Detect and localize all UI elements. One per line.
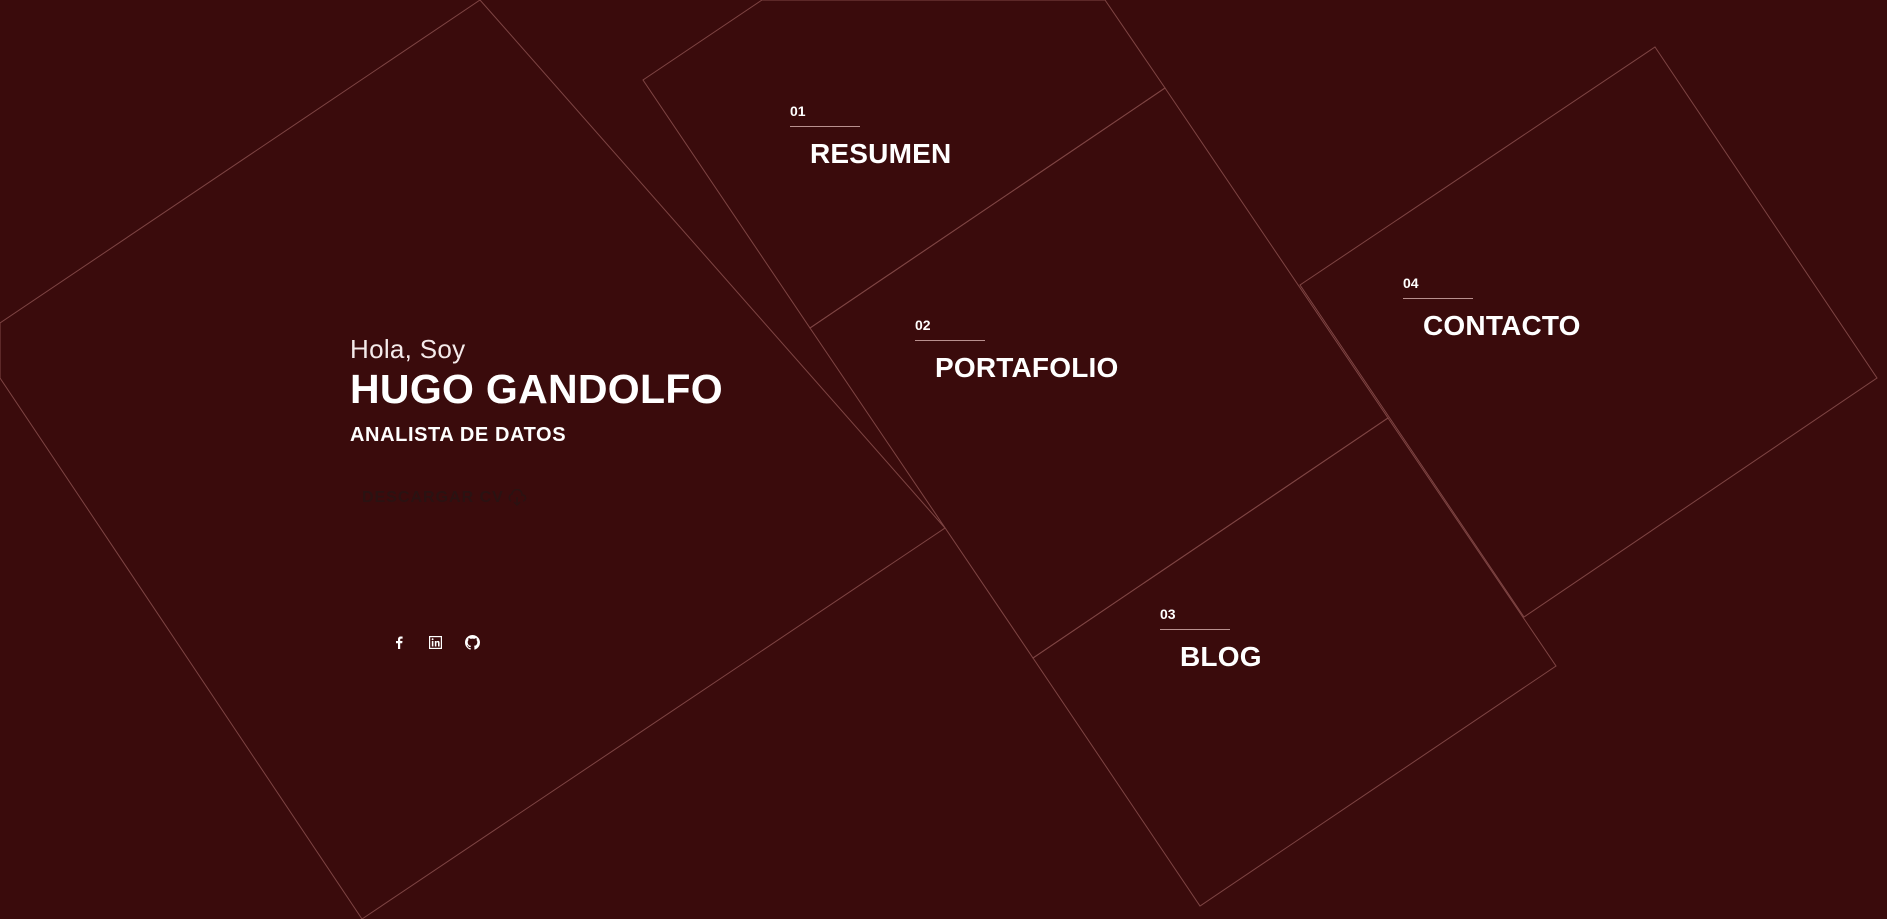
nav-number: 03 — [1160, 606, 1176, 622]
nav-label: PORTAFOLIO — [935, 352, 1119, 383]
linkedin-icon[interactable] — [427, 634, 444, 651]
nav-label: RESUMEN — [810, 138, 952, 169]
nav-item-blog[interactable]: 03 BLOG — [1160, 606, 1262, 673]
nav-item-contacto[interactable]: 04 CONTACTO — [1403, 275, 1581, 342]
contacto-diamond-frame — [1299, 46, 1878, 618]
download-cv-label: DESCARGAR CV — [362, 489, 504, 506]
nav-divider — [790, 126, 860, 127]
github-icon[interactable] — [464, 634, 481, 651]
page-title: HUGO GANDOLFO — [350, 366, 723, 412]
nav-item-portafolio[interactable]: 02 PORTAFOLIO — [915, 317, 1118, 384]
nav-divider — [1160, 629, 1230, 630]
blog-diamond-frame — [1032, 417, 1557, 907]
nav-number: 04 — [1403, 275, 1419, 291]
nav-label: BLOG — [1180, 641, 1262, 672]
download-cv-button[interactable]: DESCARGAR CV — [362, 488, 528, 507]
nav-number: 02 — [915, 317, 931, 333]
facebook-icon[interactable] — [390, 634, 407, 651]
nav-divider — [915, 340, 985, 341]
nav-number: 01 — [790, 103, 806, 119]
social-links — [390, 634, 481, 651]
nav-label: CONTACTO — [1423, 310, 1581, 341]
nav-divider — [1403, 298, 1473, 299]
download-icon — [506, 488, 528, 507]
job-title: ANALISTA DE DATOS — [350, 424, 567, 446]
nav-item-resumen[interactable]: 01 RESUMEN — [790, 103, 951, 170]
greeting-text: Hola, Soy — [350, 334, 466, 364]
